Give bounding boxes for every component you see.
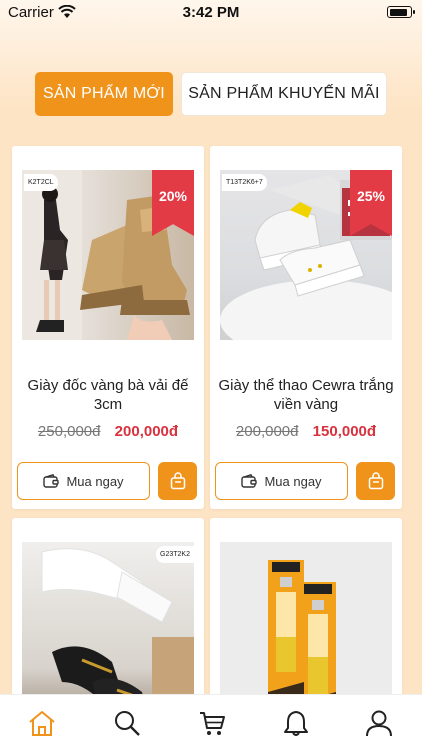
buy-now-button[interactable]: Mua ngay [215, 462, 348, 500]
search-icon [115, 711, 140, 736]
nav-home[interactable] [26, 707, 58, 739]
nav-notifications[interactable] [280, 707, 312, 739]
product-image[interactable]: T13T2K6+7 25% [220, 170, 392, 340]
price-row: 200,000đ 150,000đ [210, 423, 402, 440]
sku-label: G23T2K2 [156, 546, 194, 563]
cart-icon [200, 712, 225, 735]
home-icon [29, 711, 55, 736]
sale-price: 150,000đ [312, 423, 377, 440]
shopping-bag-icon [368, 472, 383, 490]
product-image[interactable]: K2T2CL 20% [22, 170, 194, 340]
product-card[interactable]: G23T2K2 [12, 518, 204, 722]
buy-now-label: Mua ngay [66, 473, 124, 489]
wallet-icon [43, 474, 60, 488]
shopping-bag-icon [170, 472, 185, 490]
wallet-icon [241, 474, 258, 488]
add-to-cart-button[interactable] [356, 462, 395, 500]
old-price: 200,000đ [235, 423, 299, 440]
product-name[interactable]: Giày thể thao Cewra trắng viền vàng [216, 376, 396, 414]
product-card[interactable]: K2T2CL 20% Giày đốc vàng bà vải đế 3cm 2… [12, 146, 204, 509]
nav-search[interactable] [111, 707, 143, 739]
bell-icon [284, 711, 308, 736]
product-card[interactable]: T13T2K6+7 25% Giày thể thao Cewra trắng … [210, 146, 402, 509]
old-price: 250,000đ [37, 423, 101, 440]
nav-cart[interactable] [196, 707, 228, 739]
tab-promo-products[interactable]: SẢN PHẨM KHUYẾN MÃI [181, 72, 387, 116]
tab-new-products[interactable]: SẢN PHẨM MỚI [35, 72, 173, 116]
user-icon [366, 710, 392, 737]
bottom-nav [0, 694, 422, 750]
product-name[interactable]: Giày đốc vàng bà vải đế 3cm [18, 376, 198, 414]
sale-price: 200,000đ [114, 423, 179, 440]
clock: 3:42 PM [182, 4, 240, 21]
status-bar: Carrier 3:42 PM [0, 0, 422, 26]
price-row: 250,000đ 200,000đ [12, 423, 204, 440]
battery-icon [387, 6, 415, 18]
sku-label: T13T2K6+7 [222, 174, 267, 191]
buy-now-label: Mua ngay [264, 473, 322, 489]
buy-now-button[interactable]: Mua ngay [17, 462, 150, 500]
sku-label: K2T2CL [24, 174, 58, 191]
product-card[interactable] [210, 518, 402, 722]
nav-profile[interactable] [363, 707, 395, 739]
category-tabs: SẢN PHẨM MỚI SẢN PHẨM KHUYẾN MÃI [0, 72, 422, 118]
add-to-cart-button[interactable] [158, 462, 197, 500]
